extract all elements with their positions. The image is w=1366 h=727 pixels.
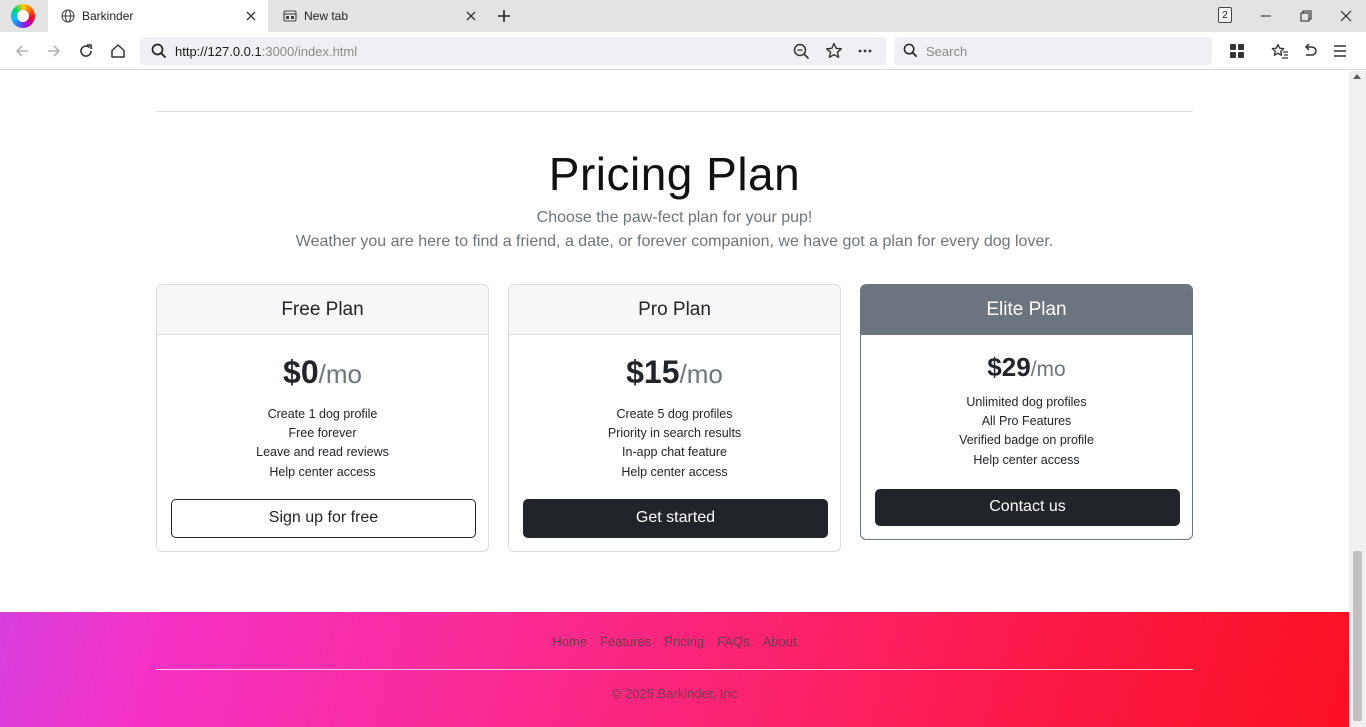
list-item: Create 5 dog profiles xyxy=(616,407,733,421)
list-item: Free forever xyxy=(288,426,357,441)
contact-us-button[interactable]: Contact us xyxy=(875,488,1180,526)
tab-title: Barkinder xyxy=(82,9,134,23)
footer-link-home[interactable]: Home xyxy=(546,634,594,649)
browser-tab-bar: Barkinder New tab 2 xyxy=(0,0,1366,32)
url-text: http://127.0.0.1:3000/index.html xyxy=(175,44,357,59)
zoom-icon[interactable] xyxy=(793,43,810,65)
tab-barkinder[interactable]: Barkinder xyxy=(48,0,268,32)
back-button[interactable] xyxy=(10,39,34,63)
close-window-button[interactable] xyxy=(1326,0,1366,32)
plan-body: $15/mo Create 5 dog profiles Priority in… xyxy=(509,335,840,551)
price-amount: $0 xyxy=(283,354,319,390)
list-item: Create 1 dog profile xyxy=(267,407,378,421)
plan-price: $0/mo xyxy=(171,351,474,393)
minimize-button[interactable] xyxy=(1246,0,1286,32)
address-bar[interactable]: http://127.0.0.1:3000/index.html xyxy=(140,37,886,65)
site-footer: Home Features Pricing FAQs About © 2025 … xyxy=(0,612,1349,727)
footer-link-about[interactable]: About xyxy=(756,634,803,649)
apps-grid-icon[interactable] xyxy=(1225,39,1249,63)
page-viewport: Pricing Plan Choose the paw-fect plan fo… xyxy=(0,71,1349,727)
list-item: Priority in search results xyxy=(607,426,742,441)
search-input[interactable] xyxy=(926,42,1196,60)
page-title: Pricing Plan xyxy=(548,148,801,200)
search-icon xyxy=(903,43,918,63)
close-tab-icon[interactable] xyxy=(460,5,482,27)
plan-card-pro: Pro Plan $15/mo Create 5 dog profiles Pr… xyxy=(508,284,841,552)
reload-button[interactable] xyxy=(74,39,98,63)
tab-title: New tab xyxy=(304,9,349,23)
sign-up-free-button[interactable]: Sign up for free xyxy=(171,498,476,538)
home-button[interactable] xyxy=(106,39,130,63)
plan-card-elite: Elite Plan $29/mo Unlimited dog profiles… xyxy=(860,284,1193,540)
url-host: http://127.0.0.1 xyxy=(175,44,262,59)
favorites-icon[interactable] xyxy=(1268,39,1292,63)
list-item: Verified badge on profile xyxy=(959,433,1094,448)
price-amount: $29 xyxy=(987,352,1031,382)
search-icon xyxy=(151,43,167,64)
get-started-button[interactable]: Get started xyxy=(523,498,828,538)
page-scrollbar[interactable] xyxy=(1349,71,1366,727)
undo-history-icon[interactable] xyxy=(1298,39,1322,63)
list-item: Unlimited dog profiles xyxy=(966,395,1087,409)
scrollbar-thumb[interactable] xyxy=(1353,551,1362,721)
feature-list: Create 1 dog profile Free forever Leave … xyxy=(171,405,474,482)
new-tab-button[interactable] xyxy=(493,5,515,27)
globe-icon xyxy=(60,8,76,24)
browser-logo-icon[interactable] xyxy=(11,4,35,28)
pricing-subtitle: Choose the paw-fect plan for your pup! xyxy=(536,209,813,226)
menu-hamburger-icon[interactable] xyxy=(1328,39,1352,63)
newtab-icon xyxy=(282,8,298,24)
forward-button[interactable] xyxy=(42,39,66,63)
list-item: Help center access xyxy=(269,464,376,479)
feature-list: Create 5 dog profiles Priority in search… xyxy=(523,405,826,482)
price-period: /mo xyxy=(1030,358,1066,381)
tab-new-tab[interactable]: New tab xyxy=(270,0,488,32)
price-amount: $15 xyxy=(626,354,680,390)
browser-nav-bar: http://127.0.0.1:3000/index.html xyxy=(0,32,1366,70)
pricing-description: Weather you are here to find a friend, a… xyxy=(295,233,1054,250)
url-path: :3000/index.html xyxy=(261,44,358,59)
section-divider xyxy=(156,111,1193,112)
list-item: Help center access xyxy=(621,464,728,479)
more-options-icon[interactable] xyxy=(857,43,873,64)
list-item: All Pro Features xyxy=(981,414,1072,429)
scroll-up-arrow-icon[interactable] xyxy=(1353,74,1361,79)
plan-body: $0/mo Create 1 dog profile Free forever … xyxy=(157,335,488,551)
footer-divider xyxy=(156,669,1193,670)
list-item: Leave and read reviews xyxy=(256,445,389,460)
plan-price: $29/mo xyxy=(875,351,1178,383)
close-tab-icon[interactable] xyxy=(240,5,262,27)
plan-name: Free Plan xyxy=(157,285,488,335)
search-bar[interactable] xyxy=(894,37,1212,65)
plan-name: Elite Plan xyxy=(861,285,1192,335)
plan-name: Pro Plan xyxy=(509,285,840,335)
footer-link-features[interactable]: Features xyxy=(594,634,658,649)
plan-body: $29/mo Unlimited dog profiles All Pro Fe… xyxy=(861,335,1192,539)
tab-count-badge[interactable]: 2 xyxy=(1218,7,1232,23)
list-item: Help center access xyxy=(973,452,1080,467)
footer-link-faqs[interactable]: FAQs xyxy=(711,634,757,649)
bookmark-star-icon[interactable] xyxy=(825,42,843,65)
plan-price: $15/mo xyxy=(523,351,826,393)
feature-list: Unlimited dog profiles All Pro Features … xyxy=(875,393,1178,470)
list-item: In-app chat feature xyxy=(622,445,727,460)
footer-nav: Home Features Pricing FAQs About xyxy=(0,634,1349,649)
price-period: /mo xyxy=(318,359,362,389)
restore-button[interactable] xyxy=(1286,0,1326,32)
plan-card-free: Free Plan $0/mo Create 1 dog profile Fre… xyxy=(156,284,489,552)
footer-link-pricing[interactable]: Pricing xyxy=(658,634,711,649)
price-period: /mo xyxy=(679,359,723,389)
copyright-text: © 2025 Barkinder, Inc xyxy=(611,686,738,701)
